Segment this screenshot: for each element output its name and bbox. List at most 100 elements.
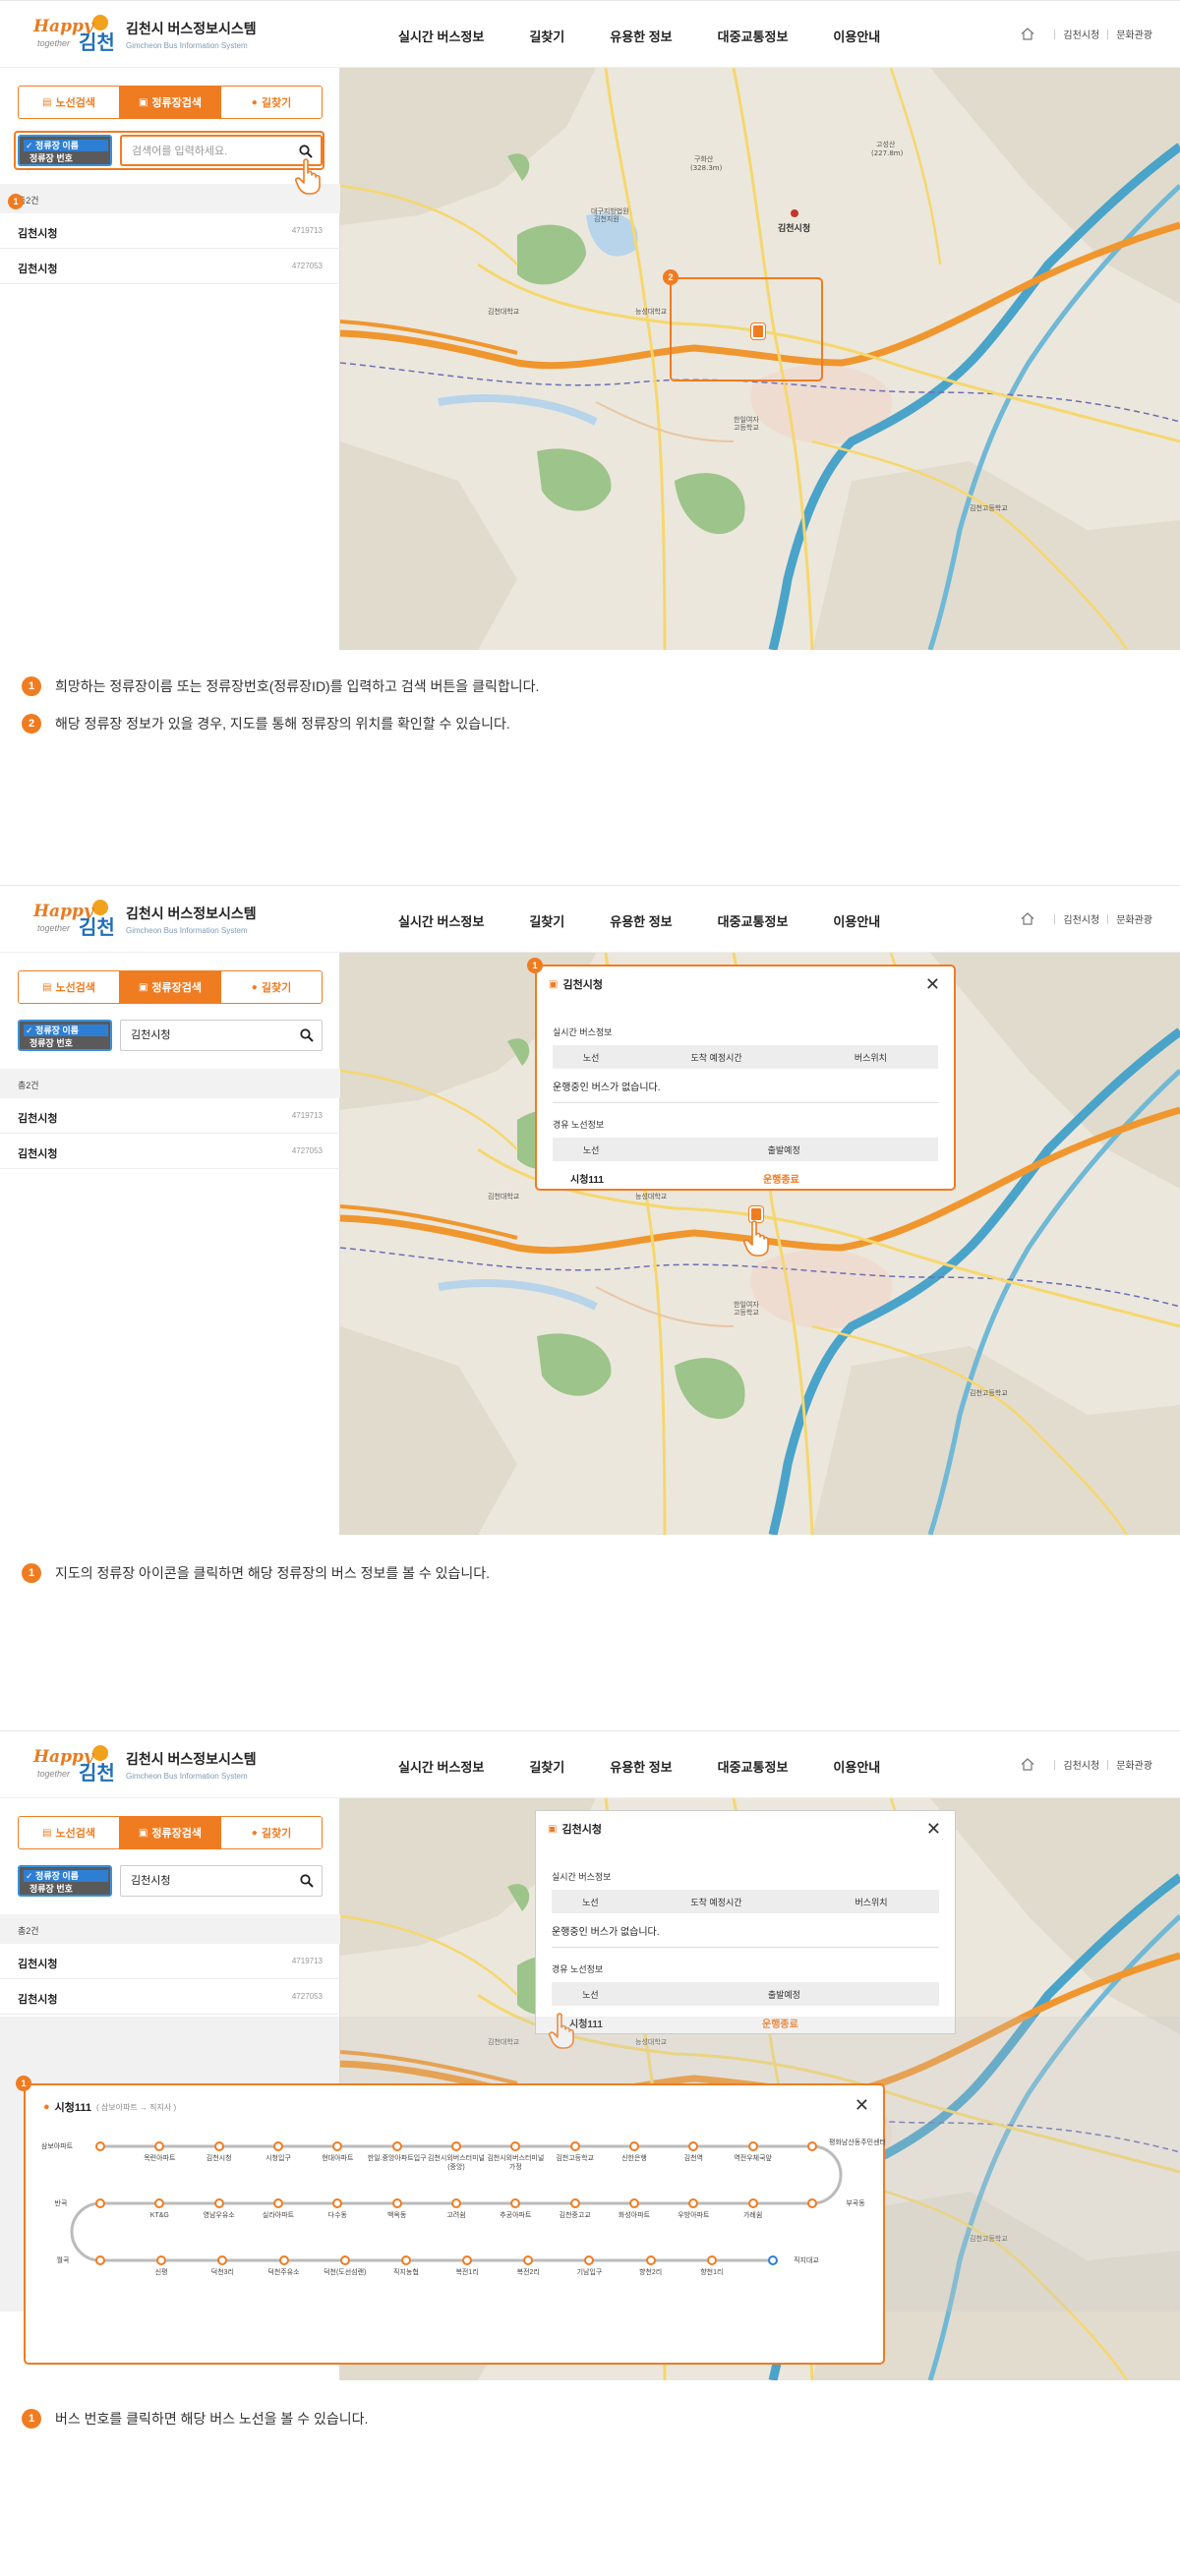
route-stop-label: 평화남산동주민센터 (829, 2139, 886, 2146)
route-stop-icon[interactable] (339, 2255, 350, 2265)
nav-realtime[interactable]: 실시간 버스정보 (398, 1757, 484, 1776)
route-stop-icon[interactable] (569, 2198, 580, 2208)
svg-text:(328.3m): (328.3m) (690, 164, 723, 172)
search-input[interactable]: 김천시청 (120, 1865, 323, 1897)
link-tourism[interactable]: 문화관광 (1116, 27, 1152, 41)
close-icon[interactable]: ✕ (855, 2096, 869, 2114)
option-stop-number[interactable]: 정류장 번호 (30, 1884, 73, 1895)
home-icon[interactable] (1021, 912, 1034, 925)
map-view[interactable]: 구화산 (328.3m) 고성산 (227.8m) 대구지방법원 김천지원 김천… (340, 68, 1180, 650)
search-input[interactable]: 김천시청 (120, 1020, 323, 1051)
close-icon[interactable]: ✕ (926, 1820, 941, 1838)
route-stop-label: 신한은행 (621, 2155, 647, 2162)
result-row[interactable]: 김천시청 4719713 (0, 1098, 340, 1134)
route-stop-icon[interactable] (95, 2141, 105, 2151)
route-stop-icon[interactable] (95, 2198, 105, 2208)
route-stop-icon[interactable] (391, 2141, 402, 2151)
nav-useful[interactable]: 유용한 정보 (610, 1757, 672, 1776)
caption-text: 해당 정류장 정보가 있을 경우, 지도를 통해 정류장의 위치를 확인할 수 … (55, 716, 510, 732)
link-city-hall[interactable]: 김천시청 (1063, 27, 1099, 41)
bus-stop-marker-icon[interactable] (751, 323, 765, 339)
route-stop-icon[interactable] (569, 2141, 580, 2151)
route-stop-icon[interactable] (400, 2255, 411, 2265)
tab-stop-search[interactable]: ▣ 정류장검색 (119, 87, 220, 118)
tab-stop-search[interactable]: ▣ 정류장검색 (119, 1817, 220, 1848)
nav-transit[interactable]: 대중교통정보 (718, 1757, 789, 1776)
app-screenshot-2: Happy together 김천 김천시 버스정보시스템 Gimcheon B… (0, 885, 1180, 1535)
search-type-select[interactable]: ✓ 정류장 이름 정류장 번호 (18, 1020, 112, 1051)
nav-transit[interactable]: 대중교통정보 (718, 911, 789, 930)
nav-transit[interactable]: 대중교통정보 (718, 27, 789, 45)
link-tourism[interactable]: 문화관광 (1116, 1757, 1152, 1772)
site-title[interactable]: 김천시 버스정보시스템 Gimcheon Bus Information Sys… (126, 1749, 257, 1781)
result-row[interactable]: 김천시청 4727053 (0, 1979, 340, 2015)
nav-useful[interactable]: 유용한 정보 (610, 911, 672, 930)
tab-directions[interactable]: ● 길찾기 (220, 1817, 322, 1848)
route-stop-icon[interactable] (95, 2255, 105, 2265)
city-logo[interactable]: Happy together 김천 (33, 15, 116, 56)
tab-stop-search[interactable]: ▣ 정류장검색 (119, 971, 220, 1003)
tab-route-search[interactable]: ▤ 노선검색 (19, 1817, 119, 1848)
tab-route-search[interactable]: ▤ 노선검색 (19, 971, 119, 1003)
search-type-select[interactable]: ✓ 정류장 이름 정류장 번호 (18, 1865, 112, 1897)
col-route: 노선 (582, 1897, 599, 1907)
site-title[interactable]: 김천시 버스정보시스템 Gimcheon Bus Information Sys… (126, 19, 257, 50)
route-stop-icon[interactable] (645, 2255, 656, 2265)
city-logo[interactable]: Happy together 김천 (33, 900, 116, 941)
route-stop-icon[interactable] (273, 2141, 283, 2151)
route-stop-icon[interactable] (807, 2198, 817, 2208)
link-city-hall[interactable]: 김천시청 (1063, 911, 1099, 926)
city-logo[interactable]: Happy together 김천 (33, 1745, 116, 1786)
tab-route-search[interactable]: ▤ 노선검색 (19, 87, 119, 118)
route-stop-icon[interactable] (629, 2198, 639, 2208)
route-stop-icon[interactable] (391, 2198, 402, 2208)
link-city-hall[interactable]: 김천시청 (1063, 1757, 1099, 1772)
route-stop-icon[interactable] (629, 2141, 639, 2151)
nav-realtime[interactable]: 실시간 버스정보 (398, 27, 484, 45)
search-icon[interactable] (300, 1874, 314, 1888)
route-stop-icon[interactable] (278, 2255, 289, 2265)
tab-directions[interactable]: ● 길찾기 (220, 971, 322, 1003)
result-row[interactable]: 김천시청 4727053 (0, 249, 340, 284)
link-tourism[interactable]: 문화관광 (1116, 911, 1152, 926)
nav-guide[interactable]: 이용안내 (833, 1757, 880, 1776)
bus-icon: ▣ (549, 978, 559, 990)
bus-icon: ▣ (138, 96, 148, 108)
nav-directions[interactable]: 길찾기 (529, 27, 564, 45)
route-stop-icon[interactable] (747, 2141, 758, 2151)
route-stop-icon[interactable] (451, 2141, 461, 2151)
nav-guide[interactable]: 이용안내 (833, 27, 880, 45)
route-stop-icon[interactable] (807, 2141, 817, 2151)
site-title[interactable]: 김천시 버스정보시스템 Gimcheon Bus Information Sys… (126, 904, 257, 935)
route-stop-icon[interactable] (213, 2141, 224, 2151)
result-row[interactable]: 김천시청 4727053 (0, 1134, 340, 1169)
option-stop-number[interactable]: 정류장 번호 (30, 1038, 73, 1049)
nav-realtime[interactable]: 실시간 버스정보 (398, 911, 484, 930)
map-view[interactable]: 구화산 (328.3m) 고성산 (227.8m) 대구지방법원 김천지원 김천… (340, 953, 1180, 1535)
route-stop-label: 김천시외버스터미널(중앙) (428, 2155, 485, 2171)
route-stop-icon[interactable] (273, 2198, 283, 2208)
stop-info-popup: ▣ 김천시청 ✕ 실시간 버스정보 노선 도착 예정시간 버스위치 운행중인 버스가 없습니다… (535, 965, 956, 1191)
route-stop-icon[interactable] (213, 2198, 224, 2208)
route-stop-label: 백옥동 (386, 2212, 407, 2219)
home-icon[interactable] (1021, 28, 1034, 40)
nav-useful[interactable]: 유용한 정보 (610, 27, 672, 45)
nav-guide[interactable]: 이용안내 (833, 911, 880, 930)
app-screenshot-3: Happy together 김천 김천시 버스정보시스템 Gimcheon B… (0, 1730, 1180, 2380)
home-icon[interactable] (1021, 1758, 1034, 1771)
search-icon[interactable] (300, 1028, 314, 1042)
result-row[interactable]: 김천시청 4719713 (0, 213, 340, 249)
nav-directions[interactable]: 길찾기 (529, 1757, 564, 1776)
result-row[interactable]: 김천시청 4719713 (0, 1944, 340, 1979)
route-stop-icon[interactable] (451, 2198, 461, 2208)
option-stop-name[interactable]: ✓ 정류장 이름 (24, 1025, 108, 1036)
route-stop-label: 김천고등학교 (556, 2155, 594, 2162)
close-icon[interactable]: ✕ (925, 975, 940, 993)
route-stop-icon[interactable] (747, 2198, 758, 2208)
route-stop-icon[interactable] (706, 2255, 717, 2265)
option-stop-name[interactable]: ✓ 정류장 이름 (24, 1870, 108, 1882)
pin-icon: ● (43, 2101, 50, 2113)
nav-directions[interactable]: 길찾기 (529, 911, 564, 930)
tab-directions[interactable]: ● 길찾기 (220, 87, 322, 118)
route-number-link[interactable]: 시청111 (570, 1171, 604, 1186)
